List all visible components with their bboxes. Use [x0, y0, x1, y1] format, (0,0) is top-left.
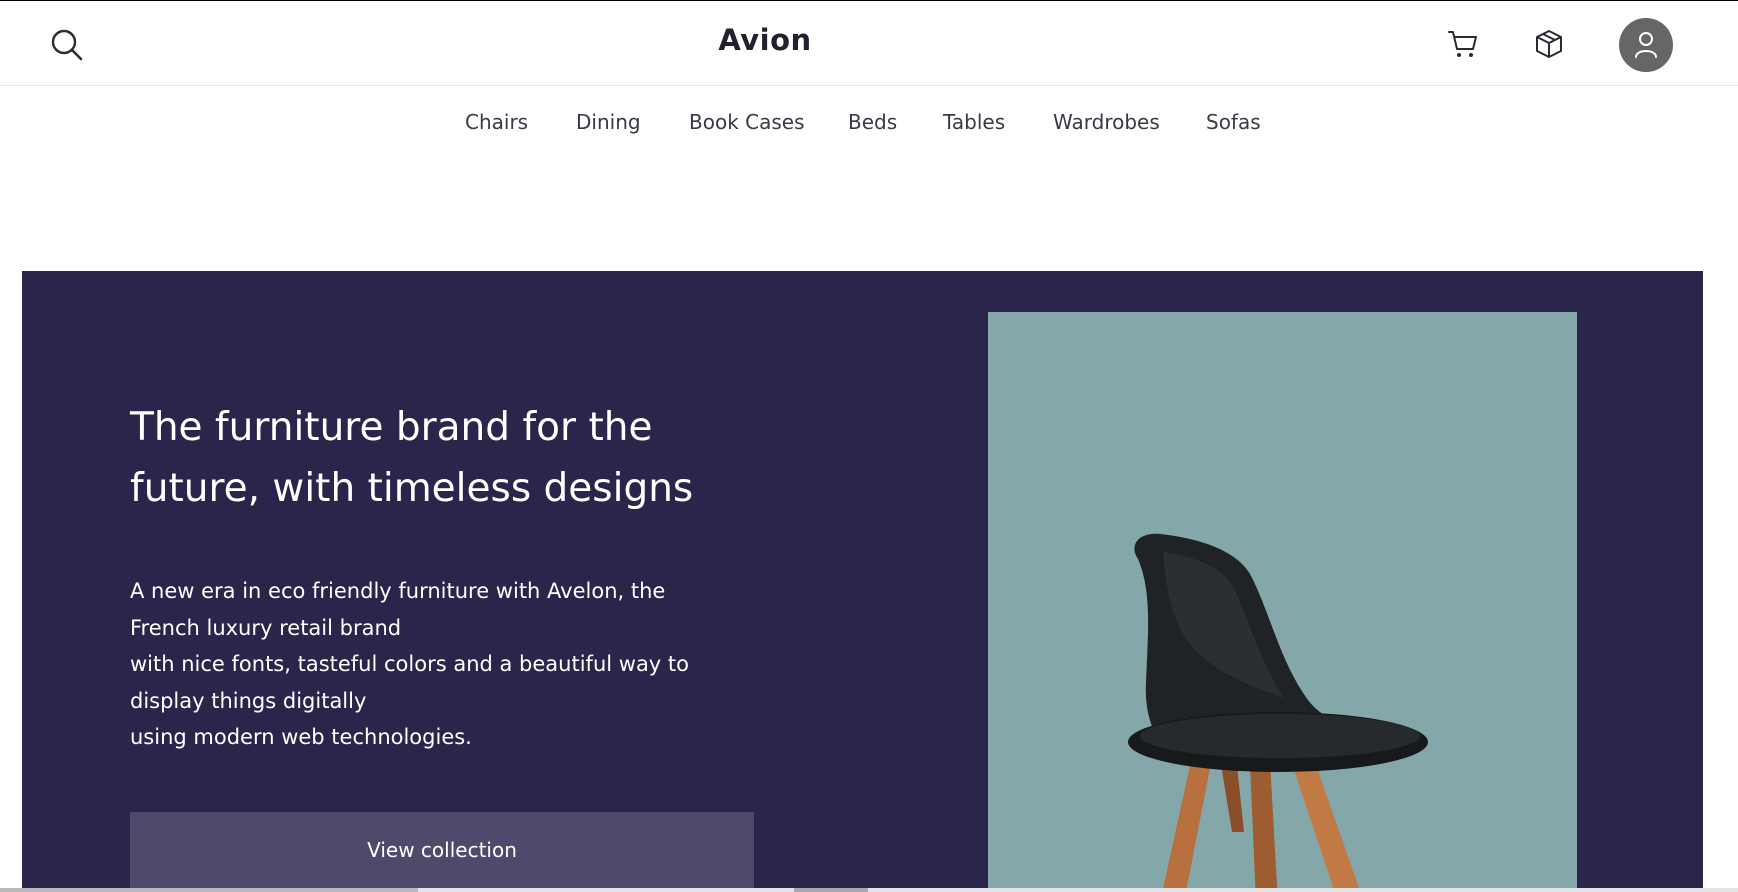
hero-description-line: using modern web technologies. [130, 725, 472, 749]
nav-item-tables[interactable]: Tables [943, 110, 1005, 134]
user-icon [1635, 32, 1657, 58]
top-header: Avion [0, 0, 1738, 86]
chair-illustration [1128, 533, 1428, 892]
brand-logo[interactable]: Avion [0, 23, 1530, 57]
hero-title: The furniture brand for the future, with… [130, 397, 750, 519]
nav-item-sofas[interactable]: Sofas [1206, 110, 1261, 134]
hero-description-line: display things digitally [130, 688, 367, 713]
nav-item-dining[interactable]: Dining [576, 110, 641, 134]
hero-product-image [988, 312, 1577, 892]
cart-button[interactable] [1447, 28, 1479, 60]
box-icon [1536, 30, 1562, 58]
nav-item-wardrobes[interactable]: Wardrobes [1053, 110, 1160, 134]
orders-button[interactable] [1533, 28, 1565, 60]
hero-description-line: French luxury retail brand [130, 615, 402, 640]
scrollbar-thumb[interactable] [0, 888, 418, 892]
category-nav: Chairs Dining Book Cases Beds Tables War… [0, 110, 1738, 142]
hero-title-line: future, with timeless designs [130, 466, 694, 511]
nav-item-beds[interactable]: Beds [848, 110, 897, 134]
nav-item-chairs[interactable]: Chairs [465, 110, 528, 134]
user-avatar-button[interactable] [1619, 18, 1673, 72]
hero-banner: The furniture brand for the future, with… [22, 271, 1703, 892]
hero-title-line: The furniture brand for the [130, 405, 653, 450]
view-collection-button[interactable]: View collection [130, 812, 754, 888]
hero-description-line: A new era in eco friendly furniture with… [130, 579, 666, 603]
nav-item-book-cases[interactable]: Book Cases [689, 110, 805, 134]
hero-description-line: with nice fonts, tasteful colors and a b… [130, 652, 689, 676]
cart-icon [1448, 31, 1477, 57]
horizontal-scrollbar[interactable] [0, 888, 1738, 892]
hero-description: A new era in eco friendly furniture with… [130, 573, 770, 756]
scrollbar-marker [794, 888, 868, 892]
